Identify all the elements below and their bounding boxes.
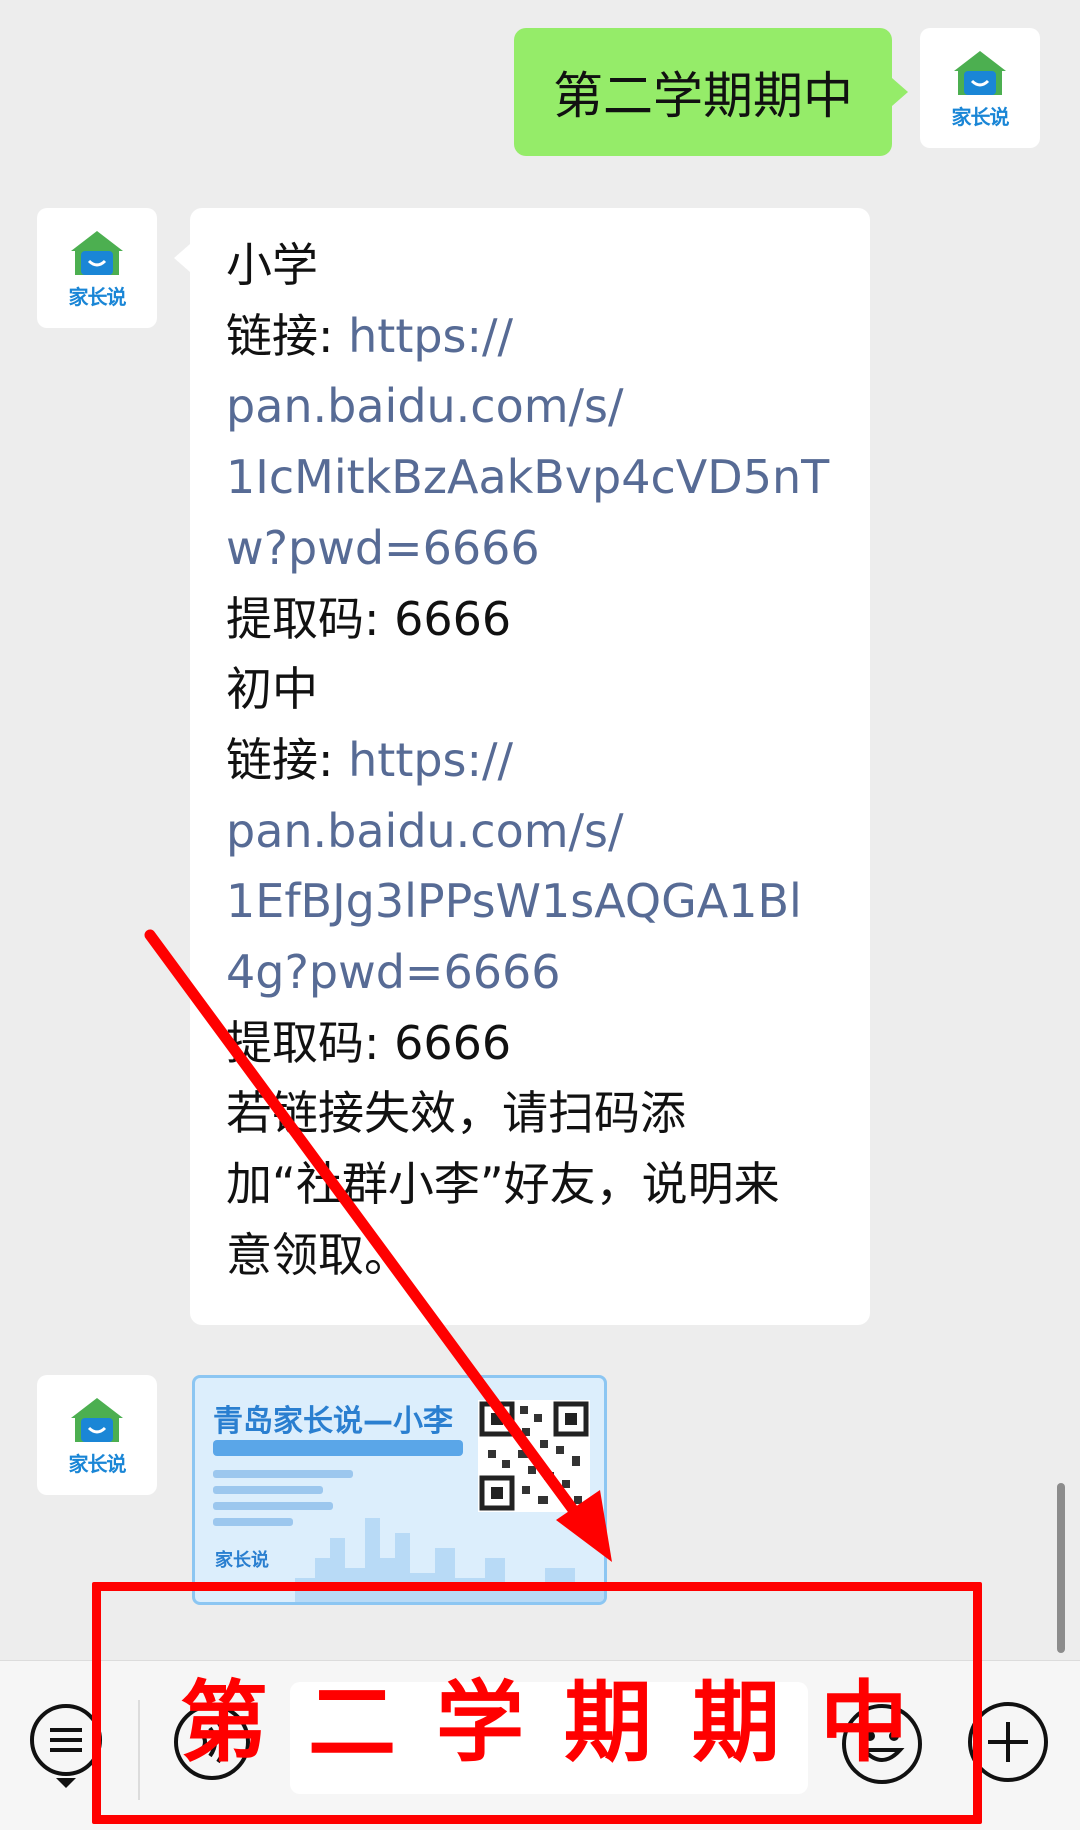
house-logo-icon — [71, 230, 123, 275]
message-line: 小学 — [226, 238, 318, 292]
chevron-down-icon[interactable] — [52, 1776, 80, 1790]
message-line: 链接: https:// — [226, 732, 514, 787]
link-text[interactable]: w?pwd=6666 — [226, 513, 840, 584]
link-text[interactable]: 1IcMitkBzAakBvp4cVD5nT — [226, 442, 840, 513]
incoming-message-bubble[interactable]: 小学 链接: https:// pan.baidu.com/s/ 1IcMitk… — [174, 208, 870, 1325]
message-line: 意领取。 — [226, 1227, 410, 1282]
avatar-brand-text: 家长说 — [68, 1451, 127, 1476]
message-line: 提取码: 6666 — [226, 1015, 512, 1070]
outgoing-message-bubble[interactable]: 第二学期期中 — [514, 28, 908, 156]
link-text[interactable]: https:// — [348, 733, 513, 787]
message-line: 初中 — [226, 662, 318, 717]
link-text[interactable]: https:// — [348, 309, 513, 363]
qr-code-image-message[interactable]: 青岛家长说—小李 家长说 — [192, 1375, 607, 1605]
highlight-annotation-text: 第二学期期中 — [180, 1671, 949, 1774]
message-line: 链接: https:// — [226, 308, 514, 363]
link-text[interactable]: 4g?pwd=6666 — [226, 937, 840, 1008]
avatar-brand-text: 家长说 — [68, 284, 127, 309]
contact-avatar[interactable]: 家长说 — [37, 208, 157, 328]
message-line: 若链接失效，请扫码添 — [226, 1086, 686, 1141]
qr-card-title: 青岛家长说—小李 — [213, 1404, 453, 1439]
avatar-brand-text: 家长说 — [951, 104, 1010, 129]
house-logo-icon — [71, 1397, 123, 1442]
my-avatar[interactable]: 家长说 — [920, 28, 1040, 148]
link-text[interactable]: pan.baidu.com/s/ — [226, 371, 840, 442]
house-logo-icon — [954, 50, 1006, 95]
qr-card-footer: 家长说 — [215, 1550, 269, 1571]
link-text[interactable]: 1EfBJg3lPPsW1sAQGA1Bl — [226, 866, 840, 937]
message-line: 加“社群小李”好友，说明来 — [226, 1157, 780, 1212]
qr-card-subtitle-bar — [213, 1440, 463, 1456]
contact-avatar[interactable]: 家长说 — [37, 1375, 157, 1495]
link-text[interactable]: pan.baidu.com/s/ — [226, 796, 840, 867]
qr-code-icon — [478, 1400, 590, 1512]
scrollbar[interactable] — [1057, 1483, 1065, 1653]
outgoing-message-text: 第二学期期中 — [553, 67, 853, 125]
message-line: 提取码: 6666 — [226, 591, 512, 646]
